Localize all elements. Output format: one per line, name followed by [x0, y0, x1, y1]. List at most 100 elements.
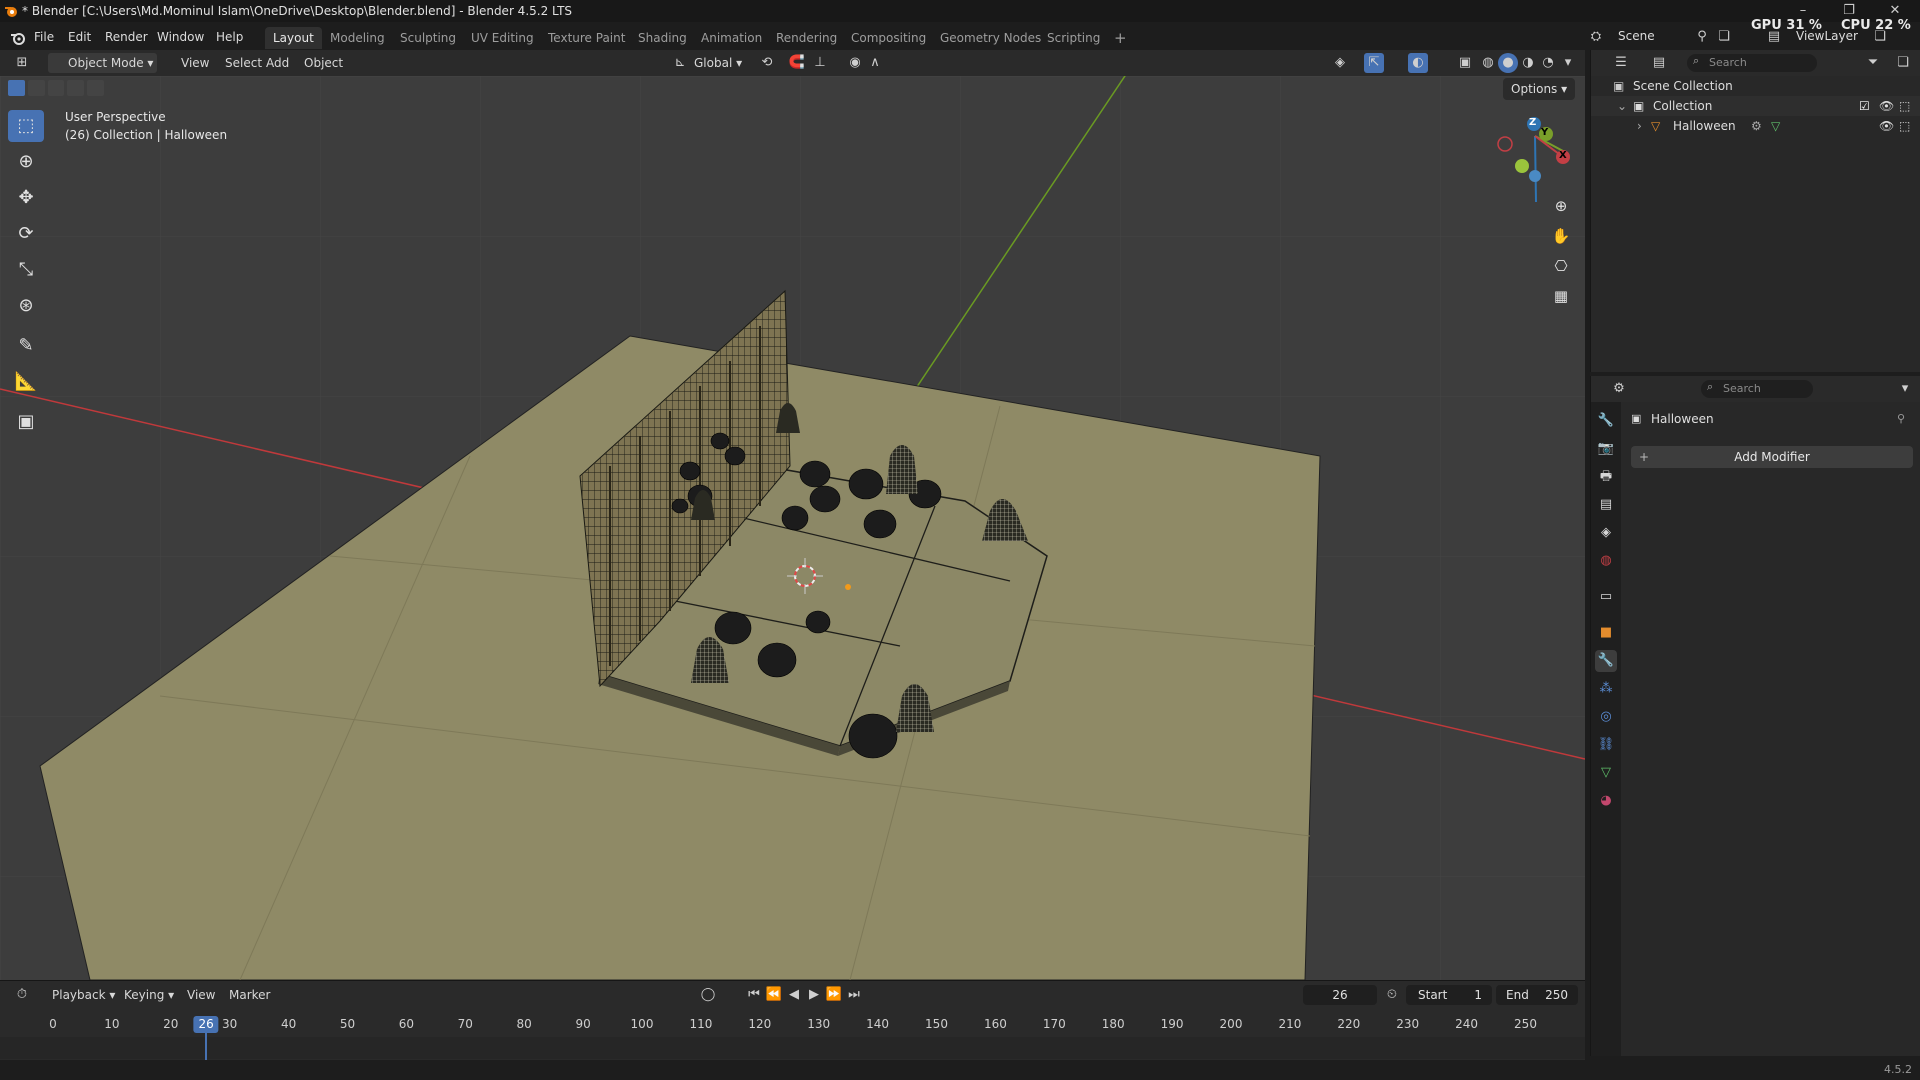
add-modifier-button[interactable]: + Add Modifier [1631, 446, 1913, 468]
xray-icon[interactable]: ▣ [1455, 53, 1475, 73]
object-tab-icon[interactable]: ■ [1595, 622, 1617, 644]
display-mode-icon[interactable]: ▤ [1649, 53, 1669, 73]
filter-icon[interactable]: ⏷ [1863, 53, 1883, 73]
tab-sculpting[interactable]: Sculpting [392, 27, 464, 49]
camera-view-icon[interactable]: ⎔ [1548, 253, 1574, 279]
outliner-row-halloween[interactable]: › ▽ Halloween ⚙ ▽ 👁 ⬚ [1591, 116, 1920, 136]
annotate-tool[interactable]: ✎ [8, 330, 44, 362]
visibility-icon[interactable]: ◈ [1330, 53, 1350, 73]
constraints-tab-icon[interactable]: ⛓ [1595, 734, 1617, 756]
transform-tool[interactable]: ⊛ [8, 290, 44, 322]
menu-window[interactable]: Window [157, 30, 204, 44]
start-frame-field[interactable]: Start 1 [1406, 985, 1492, 1005]
view-layer-tab-icon[interactable]: ▤ [1595, 494, 1617, 516]
select-new-icon[interactable] [8, 80, 25, 96]
outliner-editor-icon[interactable]: ☰ [1611, 53, 1631, 73]
tab-uv-editing[interactable]: UV Editing [463, 27, 542, 49]
playback-menu[interactable]: Playback ▾ [48, 985, 119, 1005]
scene-tab-icon[interactable]: ◈ [1595, 522, 1617, 544]
jump-end-icon[interactable]: ⏭ [844, 985, 864, 1005]
scale-tool[interactable]: ⤡ [8, 254, 44, 286]
play-icon[interactable]: ▶ [804, 985, 824, 1005]
select-subtract-icon[interactable] [47, 80, 65, 96]
render-object-icon[interactable]: ⬚ [1899, 116, 1910, 136]
scene-name[interactable]: Scene [1618, 29, 1655, 43]
hide-object-icon[interactable]: 👁 [1879, 116, 1894, 136]
render-tab-icon[interactable]: 📷 [1595, 438, 1617, 460]
modifier-tab-icon[interactable]: 🔧 [1595, 650, 1617, 672]
expand-chevron-icon[interactable]: › [1637, 116, 1642, 136]
rotate-tool[interactable]: ⟳ [8, 218, 44, 250]
hide-viewport-icon[interactable]: 👁 [1879, 96, 1894, 116]
orientation-icon[interactable]: ⊾ [670, 53, 690, 73]
tab-compositing[interactable]: Compositing [843, 27, 934, 49]
tab-texture-paint[interactable]: Texture Paint [540, 27, 633, 49]
rendered-shading-icon[interactable]: ◔ [1538, 53, 1558, 73]
snap-target-icon[interactable]: ⊥ [810, 53, 830, 73]
render-toggle-icon[interactable]: ⬚ [1899, 96, 1910, 116]
overlay-toggle-icon[interactable]: ◐ [1408, 53, 1428, 73]
menu-object[interactable]: Object [300, 53, 347, 73]
proportional-edit-icon[interactable]: ◉ [845, 53, 865, 73]
tab-animation[interactable]: Animation [693, 27, 770, 49]
current-frame-field[interactable]: 26 [1303, 985, 1377, 1005]
select-box-tool[interactable]: ⬚ [8, 110, 44, 142]
solid-shading-icon[interactable]: ● [1498, 53, 1518, 73]
3d-viewport[interactable]: Z Y X User Perspective (26) Collection |… [0, 76, 1585, 980]
shading-options-icon[interactable]: ▾ [1558, 53, 1578, 73]
blender-menu-icon[interactable] [10, 30, 26, 46]
editor-type-icon[interactable]: ⊞ [12, 53, 32, 73]
pivot-point-icon[interactable]: ⟲ [757, 53, 777, 73]
current-frame-badge[interactable]: 26 [193, 1016, 219, 1033]
object-mode-dropdown[interactable]: Object Mode ▾ [48, 53, 158, 73]
output-tab-icon[interactable]: 🖶 [1595, 466, 1617, 488]
material-shading-icon[interactable]: ◑ [1518, 53, 1538, 73]
select-extend-icon[interactable] [27, 80, 45, 96]
tab-geometry-nodes[interactable]: Geometry Nodes [932, 27, 1049, 49]
falloff-icon[interactable]: ∧ [865, 53, 885, 73]
collapse-chevron-icon[interactable]: ⌄ [1617, 96, 1627, 116]
snap-icon[interactable]: 🧲 [787, 53, 807, 73]
scene-icon[interactable]: ⛭ [1586, 27, 1606, 47]
end-frame-field[interactable]: End 250 [1496, 985, 1578, 1005]
perspective-toggle-icon[interactable]: ▦ [1548, 283, 1574, 309]
play-reverse-icon[interactable]: ◀ [784, 985, 804, 1005]
properties-editor-icon[interactable]: ⚙ [1609, 379, 1629, 399]
timeline-view-menu[interactable]: View [183, 985, 219, 1005]
select-intersect-icon[interactable] [87, 80, 104, 96]
wireframe-shading-icon[interactable]: ◍ [1478, 53, 1498, 73]
physics-tab-icon[interactable]: ◎ [1595, 706, 1617, 728]
properties-options-icon[interactable]: ▾ [1895, 379, 1915, 399]
tab-layout[interactable]: Layout [265, 27, 322, 49]
menu-edit[interactable]: Edit [68, 30, 91, 44]
options-dropdown[interactable]: Options ▾ [1503, 78, 1576, 100]
menu-add[interactable]: Add [262, 53, 293, 73]
gizmo-toggle-icon[interactable]: ⇱ [1364, 53, 1384, 73]
new-collection-icon[interactable]: ❏ [1893, 53, 1913, 73]
pin-icon[interactable]: ⚲ [1897, 412, 1905, 425]
data-tab-icon[interactable]: ▽ [1595, 762, 1617, 784]
outliner-row-scene-collection[interactable]: ▣ Scene Collection [1591, 76, 1920, 96]
tab-shading[interactable]: Shading [630, 27, 695, 49]
properties-search-input[interactable]: Search [1701, 380, 1813, 398]
collection-tab-icon[interactable]: ▭ [1595, 586, 1617, 608]
outliner-row-collection[interactable]: ⌄ ▣ Collection ☑ 👁 ⬚ [1591, 96, 1920, 116]
menu-help[interactable]: Help [216, 30, 243, 44]
playhead[interactable] [205, 1033, 208, 1061]
particles-tab-icon[interactable]: ⁂ [1595, 678, 1617, 700]
tool-tab-icon[interactable]: 🔧 [1595, 410, 1617, 432]
cursor-tool[interactable]: ⊕ [8, 146, 44, 178]
outliner-search-input[interactable]: Search [1687, 54, 1817, 72]
jump-start-icon[interactable]: ⏮ [744, 985, 764, 1005]
move-tool[interactable]: ✥ [8, 182, 44, 214]
tab-modeling[interactable]: Modeling [322, 27, 393, 49]
add-cube-tool[interactable]: ▣ [8, 406, 44, 438]
keying-menu[interactable]: Keying ▾ [120, 985, 178, 1005]
menu-render[interactable]: Render [105, 30, 148, 44]
timeline-track[interactable] [0, 1037, 1585, 1059]
material-tab-icon[interactable]: ◕ [1595, 790, 1617, 812]
select-invert-icon[interactable] [67, 80, 85, 96]
jump-keyframe-forward-icon[interactable]: ⏩ [824, 985, 844, 1005]
selection-mode-buttons[interactable] [8, 80, 104, 96]
collection-checkbox-icon[interactable]: ☑ [1859, 96, 1870, 116]
